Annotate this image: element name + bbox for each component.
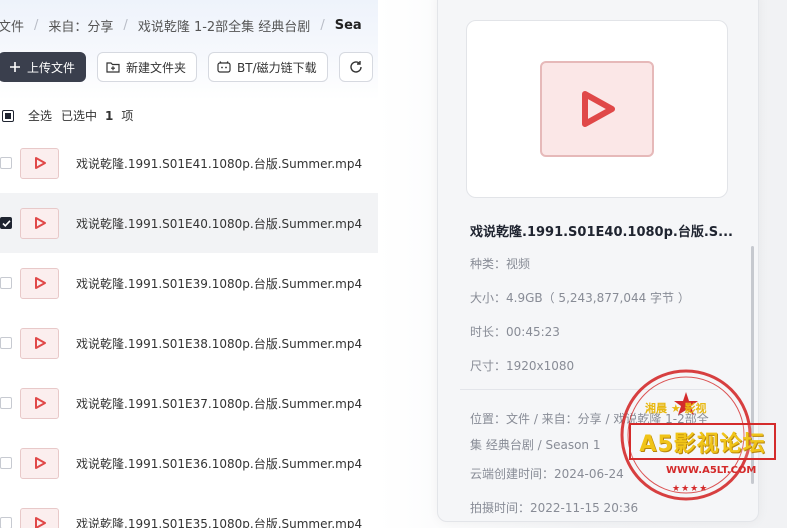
file-name: 戏说乾隆.1991.S01E36.1080p.台版.Summer.mp4 [76,456,363,471]
file-row[interactable]: 戏说乾隆.1991.S01E37.1080p.台版.Summer.mp4 [0,373,378,433]
play-icon [582,91,615,127]
selection-bar: 全选 已选中 1 项 [2,107,133,124]
breadcrumb-item-files[interactable]: 文件 [0,16,24,35]
file-name: 戏说乾隆.1991.S01E40.1080p.台版.Summer.mp4 [76,216,363,231]
video-thumbnail [20,207,59,239]
detail-created-time: 云端创建时间：2024-06-24 [470,467,624,481]
row-checkbox[interactable] [0,397,12,409]
breadcrumb: 文件 / 来自：分享 / 戏说乾隆 1-2部全集 经典台剧 / Sea [0,16,362,35]
play-icon [34,217,46,229]
new-folder-button-label: 新建文件夹 [126,60,187,75]
play-icon [34,337,46,349]
row-checkbox[interactable] [0,337,12,349]
new-folder-button[interactable]: 新建文件夹 [97,52,198,82]
breadcrumb-separator: / [320,18,325,33]
selected-prefix: 已选中 [61,109,98,123]
folder-plus-icon [106,62,120,73]
play-icon [34,277,46,289]
watermark-logo: A5影视论坛 [629,423,776,460]
row-checkbox[interactable] [0,277,12,289]
breadcrumb-separator: / [34,18,39,33]
detail-shot-time: 拍摄时间：2022-11-15 20:36 [470,501,639,515]
play-icon [34,397,46,409]
video-preview-thumbnail [540,61,654,157]
file-name: 戏说乾隆.1991.S01E37.1080p.台版.Summer.mp4 [76,396,363,411]
file-name: 戏说乾隆.1991.S01E35.1080p.台版.Summer.mp4 [76,516,363,528]
bt-download-button[interactable]: BT/磁力链下载 [208,52,328,82]
file-row[interactable]: 戏说乾隆.1991.S01E36.1080p.台版.Summer.mp4 [0,433,378,493]
video-thumbnail [20,147,59,179]
row-checkbox[interactable] [0,217,12,229]
play-icon [34,457,46,469]
bt-download-button-label: BT/磁力链下载 [237,60,317,75]
file-name: 戏说乾隆.1991.S01E41.1080p.台版.Summer.mp4 [76,156,363,171]
video-thumbnail [20,507,59,528]
play-icon [34,157,46,169]
selected-count: 1 [105,108,114,123]
row-checkbox[interactable] [0,157,12,169]
breadcrumb-item-folder[interactable]: 戏说乾隆 1-2部全集 经典台剧 [138,16,311,35]
file-row[interactable]: 戏说乾隆.1991.S01E35.1080p.台版.Summer.mp4 [0,493,378,528]
detail-duration: 时长：00:45:23 [470,325,560,339]
file-row[interactable]: 戏说乾隆.1991.S01E39.1080p.台版.Summer.mp4 [0,253,378,313]
breadcrumb-separator: / [123,18,128,33]
file-row[interactable]: 戏说乾隆.1991.S01E38.1080p.台版.Summer.mp4 [0,313,378,373]
video-thumbnail [20,447,59,479]
file-name: 戏说乾隆.1991.S01E39.1080p.台版.Summer.mp4 [76,276,363,291]
magnet-icon [217,61,231,73]
breadcrumb-item-current: Sea [334,18,362,33]
refresh-button[interactable] [338,52,373,82]
select-all-label[interactable]: 全选 [28,107,52,124]
watermark-stars: ★★★★ [672,484,709,494]
row-checkbox[interactable] [0,457,12,469]
video-thumbnail [20,387,59,419]
toolbar: 上传文件 新建文件夹 BT/磁力链下载 [0,52,373,82]
video-thumbnail [20,327,59,359]
row-checkbox[interactable] [0,517,12,528]
file-row[interactable]: 戏说乾隆.1991.S01E41.1080p.台版.Summer.mp4 [0,133,378,193]
file-list: 戏说乾隆.1991.S01E41.1080p.台版.Summer.mp4 戏说乾… [0,133,378,528]
detail-size: 大小：4.9GB（ 5,243,877,044 字节 ） [470,291,690,305]
play-icon [34,517,46,528]
video-thumbnail [20,267,59,299]
detail-title: 戏说乾隆.1991.S01E40.1080p.台版.S... [470,225,733,240]
breadcrumb-item-shared[interactable]: 来自：分享 [48,16,113,35]
refresh-icon [349,61,362,73]
check-icon [1,219,11,227]
preview-card[interactable] [466,20,728,198]
detail-type: 种类：视频 [470,257,531,271]
selected-suffix: 项 [121,109,134,123]
file-list-pane: 文件 / 来自：分享 / 戏说乾隆 1-2部全集 经典台剧 / Sea 上传文件… [0,0,378,528]
plus-icon [10,62,20,72]
select-all-checkbox[interactable] [2,109,14,122]
watermark-top-text: 湘晨 ★ 影视 [645,402,707,415]
upload-button-label: 上传文件 [27,60,76,75]
file-name: 戏说乾隆.1991.S01E38.1080p.台版.Summer.mp4 [76,336,363,351]
watermark-url: WWW.A5LT.COM [666,465,757,476]
upload-button[interactable]: 上传文件 [0,52,87,82]
detail-dimensions: 尺寸：1920x1080 [470,359,575,373]
file-row[interactable]: 戏说乾隆.1991.S01E40.1080p.台版.Summer.mp4 [0,193,378,253]
